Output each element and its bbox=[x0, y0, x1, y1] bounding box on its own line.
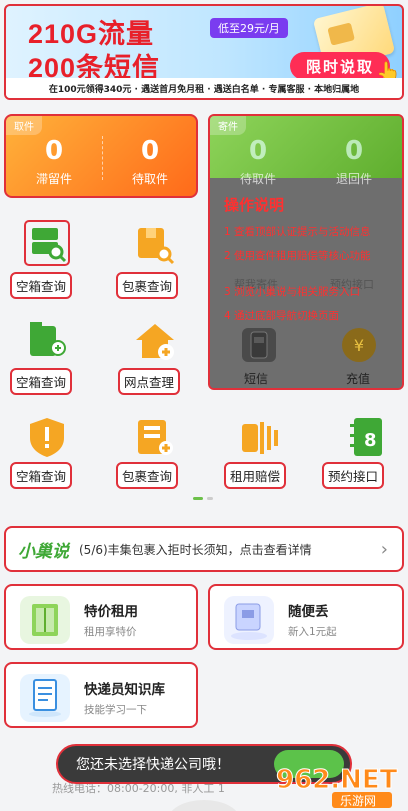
pickup-card[interactable]: 取件 0 滞留件 0 待取件 bbox=[4, 114, 198, 198]
shield-alert-icon[interactable] bbox=[24, 414, 70, 460]
overlay-title: 操作说明 bbox=[224, 196, 285, 214]
pending-label: 待取件 bbox=[131, 172, 168, 186]
return-label: 退回件 bbox=[335, 172, 372, 186]
service-title-2: 随便丢 bbox=[288, 604, 329, 620]
news-brand: 小巢说 bbox=[18, 541, 69, 562]
banner-footer: 在100元领得340元 · 遇送首月免月租 · 遇送白名单 · 专属客服 · 本… bbox=[6, 78, 402, 98]
recharge-label[interactable]: 充值 bbox=[346, 370, 370, 387]
parcel-plus-icon[interactable] bbox=[132, 414, 178, 460]
service-sub-1: 租用享特价 bbox=[84, 626, 137, 638]
service-sub-3: 技能学习一下 bbox=[84, 704, 147, 716]
grid-label-4[interactable]: 网点查理 bbox=[118, 368, 181, 395]
box-search-icon[interactable] bbox=[24, 220, 70, 266]
news-text[interactable]: (5/6)丰集包裹入拒时长须知，点击查看详情 bbox=[79, 541, 312, 558]
grid-label-3[interactable]: 空箱查询 bbox=[10, 368, 73, 395]
promo-banner[interactable]: 210G流量 200条短信 低至29元/月 限时说取 👆 在100元领得340元… bbox=[4, 4, 404, 100]
send-tag: 寄件 bbox=[210, 116, 246, 135]
toast-text: 您还未选择快递公司哦！ bbox=[76, 757, 230, 773]
grid-label-8[interactable]: 预约接口 bbox=[322, 462, 385, 489]
send-pending-label: 待取件 bbox=[239, 172, 276, 186]
grid-label-5[interactable]: 空箱查询 bbox=[10, 462, 73, 489]
send-card-overlay[interactable]: 寄件 0 待取件 0 退回件 帮我寄件 预约接口 操作说明 1 查看顶部认证提示… bbox=[208, 114, 404, 390]
service-sub-2: 新入1元起 bbox=[288, 626, 337, 638]
service-card-discount-rent[interactable]: 特价租用 租用享特价 bbox=[4, 584, 198, 650]
sms-label[interactable]: 短信 bbox=[244, 370, 268, 387]
banner-price-badge: 低至29元/月 bbox=[210, 18, 288, 38]
overlay-step-2: 2 使用查件租用赔偿等核心功能 bbox=[224, 250, 371, 262]
overlay-step-4: 4 通过底部导航切换页面 bbox=[224, 310, 340, 322]
stranded-count[interactable]: 0 bbox=[14, 136, 94, 166]
compensation-icon[interactable] bbox=[238, 414, 284, 460]
send-pending-count[interactable]: 0 bbox=[218, 136, 298, 166]
stranded-label: 滞留件 bbox=[35, 172, 72, 186]
parcel-search-icon[interactable] bbox=[132, 222, 178, 268]
locker-icon bbox=[20, 596, 70, 644]
watermark-brand: 962.NET bbox=[276, 765, 398, 795]
phone-msg-icon bbox=[242, 328, 276, 362]
box-plug-icon[interactable] bbox=[24, 318, 70, 364]
service-card-courier-knowledge[interactable]: 快递员知识库 技能学习一下 bbox=[4, 662, 198, 728]
drop-box-icon bbox=[224, 596, 274, 644]
document-icon bbox=[20, 674, 70, 722]
xiaochao-news-bar[interactable]: 小巢说 (5/6)丰集包裹入拒时长须知，点击查看详情 › bbox=[4, 526, 404, 572]
return-count[interactable]: 0 bbox=[314, 136, 394, 166]
grid-label-6[interactable]: 包裹查询 bbox=[116, 462, 179, 489]
coin-icon: ¥ bbox=[342, 328, 376, 362]
overlay-step-1: 1 查看顶部认证提示与活动信息 bbox=[224, 226, 371, 238]
svg-text:8: 8 bbox=[364, 430, 377, 451]
overlay-step-3: 3 浏览小巢说与相关服务入口 bbox=[224, 286, 361, 298]
pending-count[interactable]: 0 bbox=[110, 136, 190, 166]
grid-label-1[interactable]: 空箱查询 bbox=[10, 272, 73, 299]
pickup-tag: 取件 bbox=[6, 116, 42, 135]
watermark-sub: 乐游网 bbox=[340, 794, 376, 808]
chevron-right-icon[interactable]: › bbox=[381, 539, 388, 560]
service-title-3: 快递员知识库 bbox=[84, 682, 165, 698]
grid-label-2[interactable]: 包裹查询 bbox=[116, 272, 179, 299]
service-title-1: 特价租用 bbox=[84, 604, 138, 620]
stat-divider bbox=[102, 136, 103, 180]
banner-cta-button[interactable]: 限时说取 bbox=[290, 52, 390, 80]
notebook-icon[interactable]: 8 bbox=[344, 414, 390, 460]
carousel-dots[interactable] bbox=[193, 497, 213, 500]
home-plus-icon[interactable] bbox=[132, 318, 178, 364]
bottom-nav-center-button[interactable] bbox=[168, 800, 240, 811]
grid-label-7[interactable]: 租用赔偿 bbox=[224, 462, 287, 489]
service-card-drop-anywhere[interactable]: 随便丢 新入1元起 bbox=[208, 584, 404, 650]
watermark-logo: 962.NET 乐游网 bbox=[272, 760, 406, 810]
